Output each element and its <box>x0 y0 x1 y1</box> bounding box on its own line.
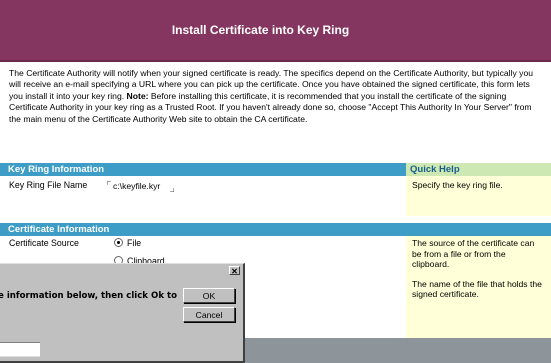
certificate-section-header-extension <box>406 223 551 236</box>
certificate-source-label: Certificate Source <box>9 238 79 248</box>
key-ring-file-label: Key Ring File Name <box>9 180 88 190</box>
input-corner-topleft <box>107 181 111 185</box>
source-help-text: The source of the certificate can be fro… <box>412 238 535 270</box>
intro-text: The Certificate Authority will notify wh… <box>9 68 544 125</box>
key-ring-help-text: Specify the key ring file. <box>412 180 503 190</box>
dialog-window: ✕ e information below, then click Ok to … <box>0 263 245 363</box>
ok-button[interactable]: OK <box>183 288 235 303</box>
dialog-title-bar: ✕ <box>0 264 243 277</box>
note-label: Note: <box>126 90 149 101</box>
dialog-message: e information below, then click Ok to <box>0 291 178 301</box>
quick-help-title: Quick Help <box>410 164 460 175</box>
dialog-text-input[interactable] <box>0 342 40 357</box>
file-help-text: The name of the file that holds the sign… <box>412 278 542 300</box>
radio-file-label: File <box>127 238 142 248</box>
key-ring-section-header: Key Ring Information <box>0 163 406 176</box>
radio-file[interactable] <box>114 238 123 247</box>
quick-help-header: Quick Help <box>406 163 551 176</box>
radio-file-selected-dot <box>117 241 120 244</box>
close-icon[interactable]: ✕ <box>229 266 240 276</box>
key-ring-section-title: Key Ring Information <box>8 164 105 175</box>
quick-help-key-ring: Specify the key ring file. <box>406 176 551 216</box>
key-ring-file-input[interactable]: c:\keyfile.kyr <box>113 181 160 191</box>
input-corner-bottomright <box>170 188 174 192</box>
certificate-section-header: Certificate Information <box>0 223 406 236</box>
page-title: Install Certificate into Key Ring <box>171 23 350 37</box>
quick-help-certificate: The source of the certificate can be fro… <box>406 236 551 338</box>
certificate-section-title: Certificate Information <box>8 224 110 235</box>
cancel-button[interactable]: Cancel <box>183 307 235 322</box>
page-header: Install Certificate into Key Ring <box>0 0 551 62</box>
